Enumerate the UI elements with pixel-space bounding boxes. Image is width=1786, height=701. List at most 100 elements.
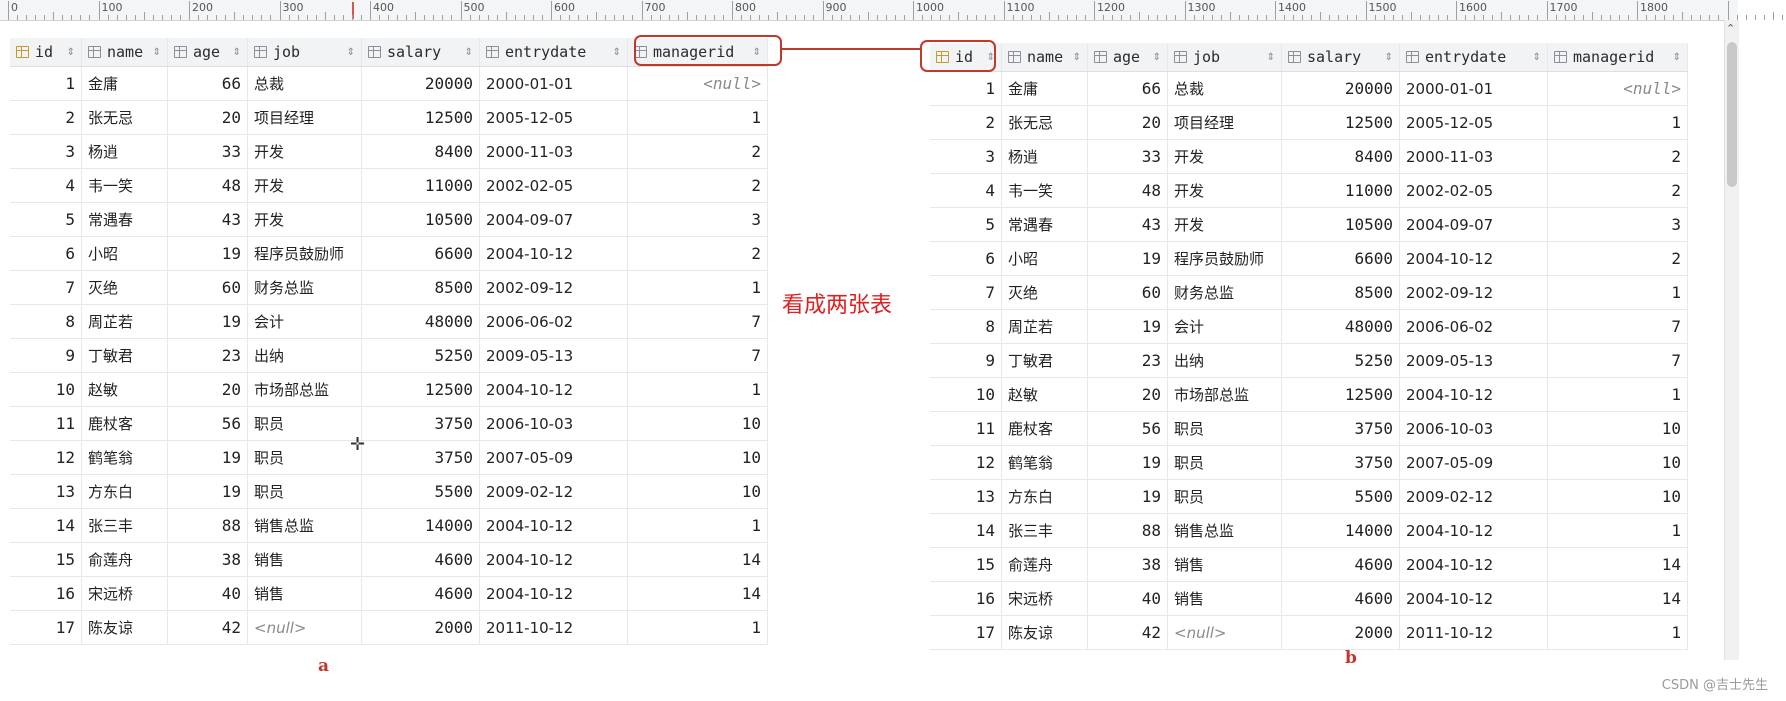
table-row[interactable]: 4 韦一笑 48 开发 11000 2002-02-05 2 (930, 174, 1688, 208)
cell-id[interactable]: 4 (10, 169, 82, 202)
cell-age[interactable]: 33 (168, 135, 248, 168)
cell-managerid[interactable]: 2 (628, 169, 768, 202)
cell-age[interactable]: 40 (1088, 582, 1168, 615)
cell-entrydate[interactable]: 2006-06-02 (1400, 310, 1548, 343)
table-row[interactable]: 17 陈友谅 42 <null> 2000 2011-10-12 1 (930, 616, 1688, 650)
cell-name[interactable]: 金庸 (82, 67, 168, 100)
sort-icon[interactable]: ⇕ (1267, 52, 1275, 63)
cell-entrydate[interactable]: 2006-10-03 (480, 407, 628, 440)
cell-age[interactable]: 60 (1088, 276, 1168, 309)
cell-salary[interactable]: 11000 (1282, 174, 1400, 207)
cell-id[interactable]: 3 (930, 140, 1002, 173)
column-header-id[interactable]: id ⇕ (10, 38, 82, 67)
cell-salary[interactable]: 2000 (362, 611, 480, 644)
cell-age[interactable]: 38 (1088, 548, 1168, 581)
cell-name[interactable]: 张三丰 (1002, 514, 1088, 547)
cell-salary[interactable]: 14000 (1282, 514, 1400, 547)
cell-salary[interactable]: 5500 (362, 475, 480, 508)
cell-job[interactable]: 项目经理 (248, 101, 362, 134)
cell-job[interactable]: 销售 (248, 543, 362, 576)
cell-job[interactable]: 销售总监 (1168, 514, 1282, 547)
cell-job[interactable]: <null> (1168, 616, 1282, 649)
cell-age[interactable]: 33 (1088, 140, 1168, 173)
cell-job[interactable]: 市场部总监 (1168, 378, 1282, 411)
cell-id[interactable]: 12 (10, 441, 82, 474)
cell-managerid[interactable]: 3 (628, 203, 768, 236)
cell-managerid[interactable]: 1 (1548, 276, 1688, 309)
cell-entrydate[interactable]: 2005-12-05 (1400, 106, 1548, 139)
cell-name[interactable]: 灭绝 (1002, 276, 1088, 309)
cell-managerid[interactable]: 14 (1548, 582, 1688, 615)
sort-icon[interactable]: ⇕ (1673, 52, 1681, 63)
column-header-entrydate[interactable]: entrydate ⇕ (1400, 43, 1548, 72)
cell-job[interactable]: 会计 (248, 305, 362, 338)
cell-salary[interactable]: 6600 (1282, 242, 1400, 275)
cell-age[interactable]: 88 (168, 509, 248, 542)
cell-job[interactable]: 程序员鼓励师 (248, 237, 362, 270)
cell-managerid[interactable]: 2 (1548, 242, 1688, 275)
table-row[interactable]: 7 灭绝 60 财务总监 8500 2002-09-12 1 (930, 276, 1688, 310)
cell-age[interactable]: 42 (168, 611, 248, 644)
cell-name[interactable]: 常遇春 (82, 203, 168, 236)
table-row[interactable]: 8 周芷若 19 会计 48000 2006-06-02 7 (10, 305, 768, 339)
table-row[interactable]: 9 丁敏君 23 出纳 5250 2009-05-13 7 (10, 339, 768, 373)
cell-age[interactable]: 66 (168, 67, 248, 100)
cell-entrydate[interactable]: 2002-09-12 (1400, 276, 1548, 309)
cell-age[interactable]: 66 (1088, 72, 1168, 105)
cell-age[interactable]: 19 (168, 237, 248, 270)
cell-managerid[interactable]: 10 (628, 441, 768, 474)
cell-job[interactable]: 开发 (1168, 174, 1282, 207)
cell-salary[interactable]: 5250 (362, 339, 480, 372)
cell-age[interactable]: 48 (168, 169, 248, 202)
table-row[interactable]: 3 杨逍 33 开发 8400 2000-11-03 2 (10, 135, 768, 169)
cell-entrydate[interactable]: 2009-05-13 (1400, 344, 1548, 377)
cell-age[interactable]: 19 (1088, 242, 1168, 275)
cell-job[interactable]: 出纳 (1168, 344, 1282, 377)
cell-name[interactable]: 丁敏君 (1002, 344, 1088, 377)
sort-icon[interactable]: ⇕ (1153, 52, 1161, 63)
cell-id[interactable]: 5 (930, 208, 1002, 241)
scroll-up-icon[interactable]: ⌃ (1726, 22, 1735, 35)
column-header-job[interactable]: job ⇕ (1168, 43, 1282, 72)
cell-managerid[interactable]: 7 (1548, 310, 1688, 343)
table-row[interactable]: 11 鹿杖客 56 职员 3750 2006-10-03 10 (10, 407, 768, 441)
cell-age[interactable]: 42 (1088, 616, 1168, 649)
cell-salary[interactable]: 12500 (1282, 106, 1400, 139)
cell-age[interactable]: 56 (168, 407, 248, 440)
cell-managerid[interactable]: 1 (628, 611, 768, 644)
cell-job[interactable]: 销售 (1168, 548, 1282, 581)
cell-salary[interactable]: 12500 (1282, 378, 1400, 411)
cell-managerid[interactable]: 2 (1548, 140, 1688, 173)
column-header-salary[interactable]: salary ⇕ (362, 38, 480, 67)
cell-job[interactable]: 职员 (248, 441, 362, 474)
cell-name[interactable]: 方东白 (82, 475, 168, 508)
table-row[interactable]: 13 方东白 19 职员 5500 2009-02-12 10 (930, 480, 1688, 514)
table-row[interactable]: 14 张三丰 88 销售总监 14000 2004-10-12 1 (930, 514, 1688, 548)
cell-managerid[interactable]: 10 (1548, 480, 1688, 513)
cell-salary[interactable]: 3750 (362, 407, 480, 440)
cell-id[interactable]: 10 (930, 378, 1002, 411)
table-row[interactable]: 2 张无忌 20 项目经理 12500 2005-12-05 1 (930, 106, 1688, 140)
table-row[interactable]: 7 灭绝 60 财务总监 8500 2002-09-12 1 (10, 271, 768, 305)
cell-salary[interactable]: 48000 (362, 305, 480, 338)
cell-salary[interactable]: 20000 (1282, 72, 1400, 105)
cell-entrydate[interactable]: 2004-09-07 (480, 203, 628, 236)
cell-salary[interactable]: 5500 (1282, 480, 1400, 513)
cell-name[interactable]: 鹤笔翁 (82, 441, 168, 474)
cell-id[interactable]: 2 (10, 101, 82, 134)
cell-age[interactable]: 20 (168, 373, 248, 406)
cell-entrydate[interactable]: 2007-05-09 (480, 441, 628, 474)
cell-name[interactable]: 韦一笑 (1002, 174, 1088, 207)
cell-entrydate[interactable]: 2007-05-09 (1400, 446, 1548, 479)
cell-age[interactable]: 38 (168, 543, 248, 576)
cell-age[interactable]: 20 (1088, 378, 1168, 411)
cell-id[interactable]: 14 (930, 514, 1002, 547)
cell-id[interactable]: 6 (10, 237, 82, 270)
table-row[interactable]: 5 常遇春 43 开发 10500 2004-09-07 3 (10, 203, 768, 237)
cell-salary[interactable]: 2000 (1282, 616, 1400, 649)
cell-job[interactable]: 会计 (1168, 310, 1282, 343)
cell-name[interactable]: 陈友谅 (82, 611, 168, 644)
table-row[interactable]: 8 周芷若 19 会计 48000 2006-06-02 7 (930, 310, 1688, 344)
cell-salary[interactable]: 4600 (362, 543, 480, 576)
cell-name[interactable]: 丁敏君 (82, 339, 168, 372)
